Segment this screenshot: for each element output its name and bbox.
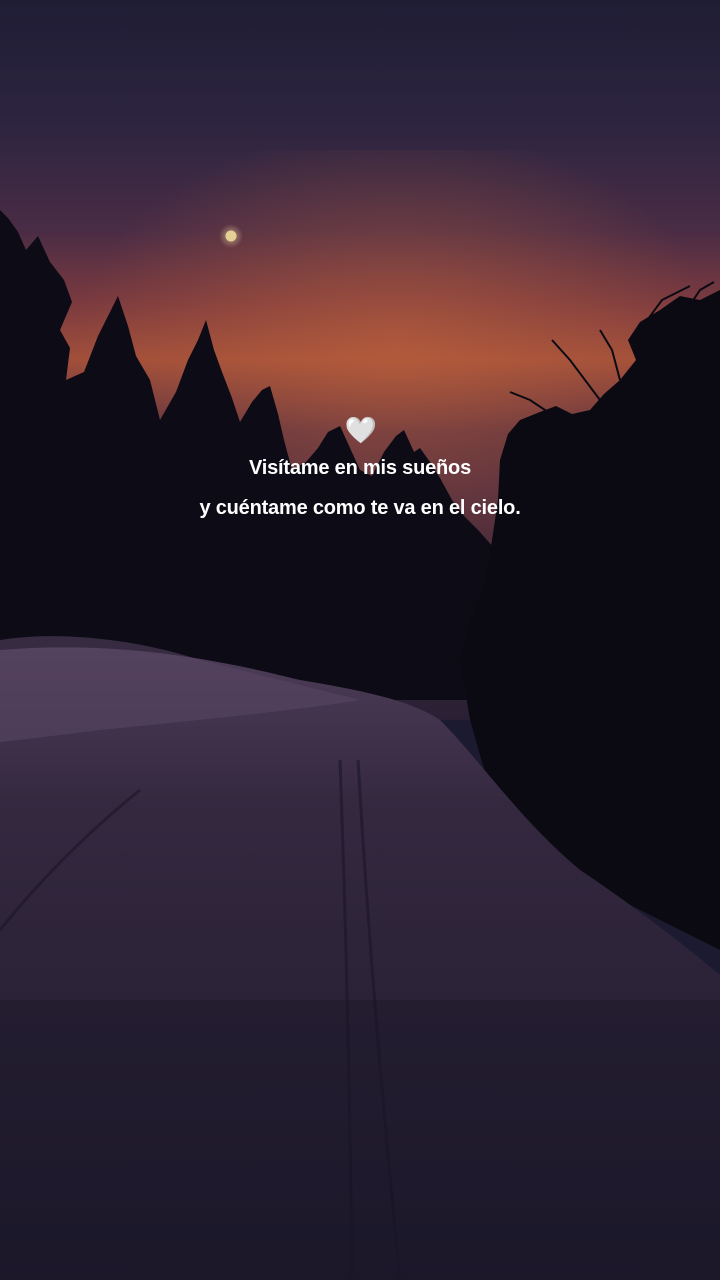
caption-line-1: Visítame en mis sueños: [249, 457, 471, 479]
moon: [225, 230, 237, 242]
winter-night-photo: [0, 0, 720, 1280]
wallpaper-scene: [0, 0, 720, 1280]
caption-line-2: y cuéntame como te va en el cielo.: [199, 497, 521, 519]
bottom-shade: [0, 1000, 720, 1280]
caption-overlay: 🤍 Visítame en mis sueños y cuéntame como…: [0, 416, 720, 528]
heart-icon: 🤍: [344, 416, 378, 446]
